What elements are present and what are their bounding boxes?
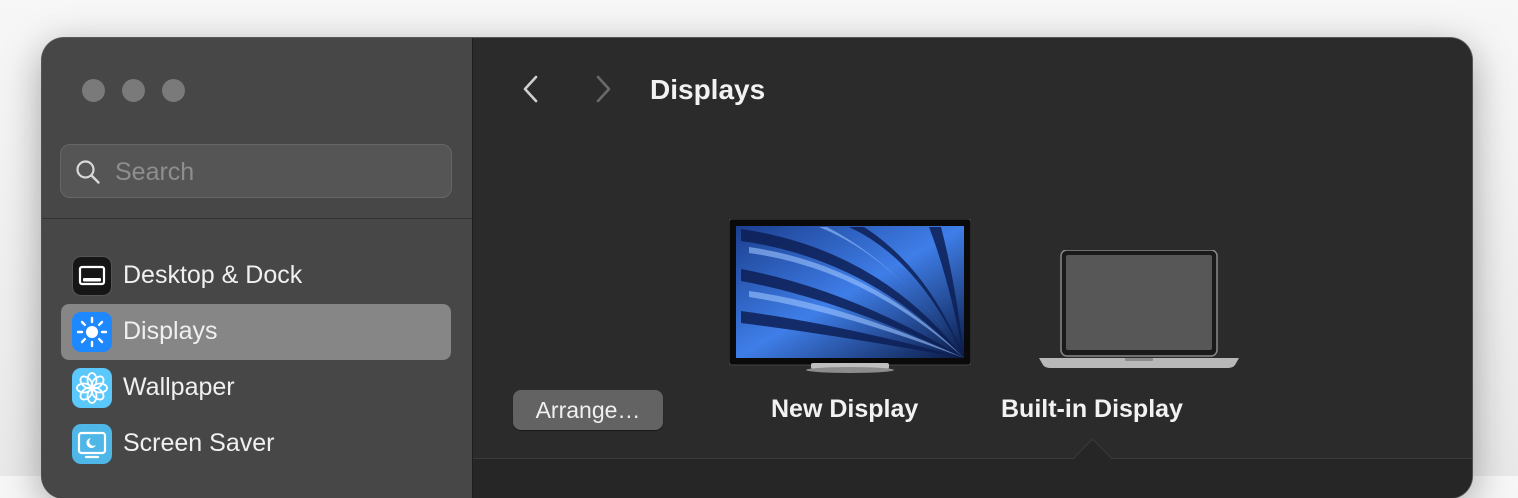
flower-icon <box>72 368 112 408</box>
forward-button[interactable] <box>587 74 617 104</box>
sidebar-divider <box>42 218 472 219</box>
sidebar-item-wallpaper[interactable]: Wallpaper <box>61 360 451 416</box>
back-button[interactable] <box>517 74 547 104</box>
search-icon <box>76 160 100 184</box>
settings-window: Desktop & Dock <box>42 38 1472 498</box>
display-new-display[interactable] <box>728 218 972 374</box>
close-window-button[interactable] <box>82 79 105 102</box>
sidebar-item-label: Wallpaper <box>123 373 235 401</box>
search-input[interactable] <box>113 145 447 199</box>
search-field[interactable] <box>60 144 452 199</box>
sidebar-item-displays[interactable]: Displays <box>61 304 451 360</box>
minimize-window-button[interactable] <box>122 79 145 102</box>
external-monitor-icon <box>728 218 972 373</box>
sun-icon <box>72 312 112 352</box>
laptop-icon <box>1039 249 1239 368</box>
chevron-right-icon <box>596 75 611 103</box>
display-label-built-in: Built-in Display <box>1001 395 1183 423</box>
desktop-dock-icon <box>72 256 112 296</box>
sidebar-item-screen-saver[interactable]: Screen Saver <box>61 416 451 472</box>
arrange-button[interactable]: Arrange… <box>513 390 663 430</box>
screen-saver-icon <box>72 424 112 464</box>
sidebar-item-label: Screen Saver <box>123 429 275 457</box>
sidebar-item-desktop-dock[interactable]: Desktop & Dock <box>61 248 451 304</box>
main-pane: Displays New Display Built-in Display Ar… <box>473 38 1472 498</box>
display-settings-panel <box>473 458 1472 498</box>
sidebar-item-label: Displays <box>123 317 218 345</box>
display-label-new: New Display <box>771 395 919 423</box>
sidebar: Desktop & Dock <box>42 38 473 498</box>
display-built-in[interactable] <box>1037 249 1241 370</box>
chevron-left-icon <box>523 75 538 103</box>
sidebar-item-label: Desktop & Dock <box>123 261 303 289</box>
zoom-window-button[interactable] <box>162 79 185 102</box>
page-title: Displays <box>650 74 766 105</box>
